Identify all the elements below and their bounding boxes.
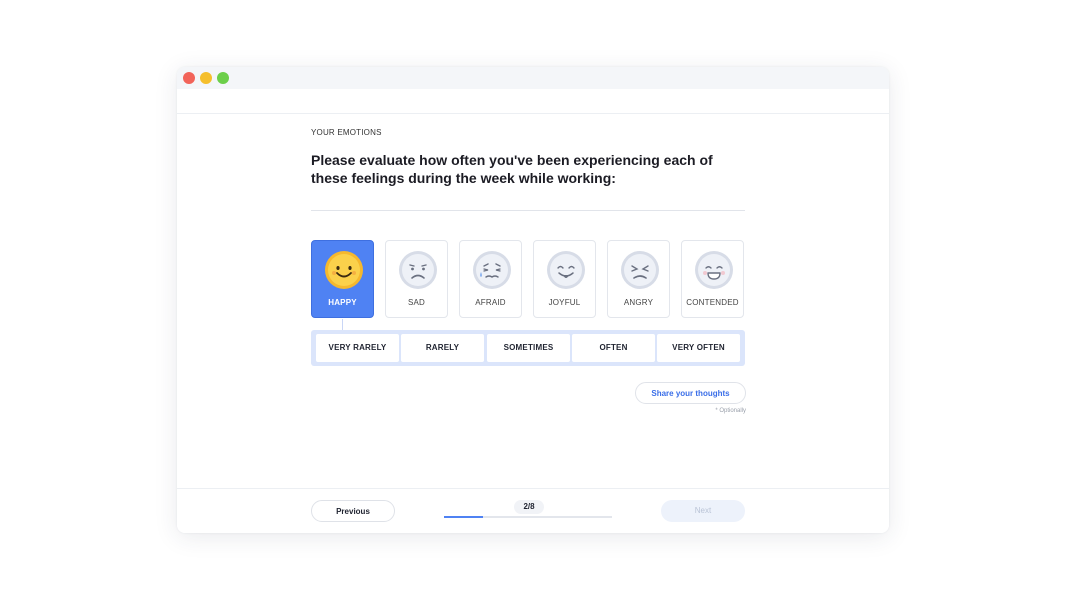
question-text: Please evaluate how often you've been ex… bbox=[311, 152, 713, 186]
emotion-card-angry[interactable]: ANGRY bbox=[607, 240, 670, 318]
optional-note: * Optionally bbox=[715, 408, 746, 414]
progress-track bbox=[444, 516, 612, 518]
emotion-card-sad[interactable]: SAD bbox=[385, 240, 448, 318]
frequency-often[interactable]: OFTEN bbox=[572, 334, 655, 362]
happy-face-icon bbox=[325, 251, 363, 289]
emotion-card-afraid[interactable]: AFRAID bbox=[459, 240, 522, 318]
footer-nav: Previous 2/8 Next bbox=[177, 488, 889, 533]
share-thoughts-button[interactable]: Share your thoughts bbox=[635, 382, 746, 404]
minimize-window-button[interactable] bbox=[200, 72, 212, 84]
emotion-label: HAPPY bbox=[328, 298, 357, 307]
emotion-label: JOYFUL bbox=[548, 298, 581, 307]
next-button[interactable]: Next bbox=[661, 500, 745, 522]
contended-face-icon bbox=[695, 251, 733, 289]
angry-face-icon bbox=[621, 251, 659, 289]
emotion-label: AFRAID bbox=[475, 298, 506, 307]
title-bar bbox=[177, 67, 889, 89]
frequency-very-often[interactable]: VERY OFTEN bbox=[657, 334, 740, 362]
emotion-label: ANGRY bbox=[623, 298, 654, 307]
app-window: YOUR EMOTIONS Please evaluate how often … bbox=[177, 67, 889, 533]
emotion-label: CONTENDED bbox=[686, 298, 739, 307]
close-window-button[interactable] bbox=[183, 72, 195, 84]
progress-count: 2/8 bbox=[514, 500, 544, 514]
frequency-sometimes[interactable]: SOMETIMES bbox=[487, 334, 570, 362]
section-label: YOUR EMOTIONS bbox=[311, 128, 382, 137]
joyful-face-icon bbox=[547, 251, 585, 289]
emotion-card-joyful[interactable]: JOYFUL bbox=[533, 240, 596, 318]
sad-face-icon bbox=[399, 251, 437, 289]
emotion-card-contended[interactable]: CONTENDED bbox=[681, 240, 744, 318]
emotion-options: HAPPY SAD AFRAID JOYFUL ANGRY CONTENDED bbox=[311, 240, 747, 320]
frequency-rarely[interactable]: RARELY bbox=[401, 334, 484, 362]
afraid-face-icon bbox=[473, 251, 511, 289]
divider bbox=[311, 210, 745, 211]
maximize-window-button[interactable] bbox=[217, 72, 229, 84]
previous-button[interactable]: Previous bbox=[311, 500, 395, 522]
frequency-options: VERY RARELY RARELY SOMETIMES OFTEN VERY … bbox=[311, 330, 745, 366]
emotion-label: SAD bbox=[407, 298, 426, 307]
survey-content: YOUR EMOTIONS Please evaluate how often … bbox=[311, 127, 747, 414]
frequency-very-rarely[interactable]: VERY RARELY bbox=[316, 334, 399, 362]
toolbar-strip bbox=[177, 89, 889, 114]
emotion-card-happy[interactable]: HAPPY bbox=[311, 240, 374, 318]
progress-fill bbox=[444, 516, 483, 518]
